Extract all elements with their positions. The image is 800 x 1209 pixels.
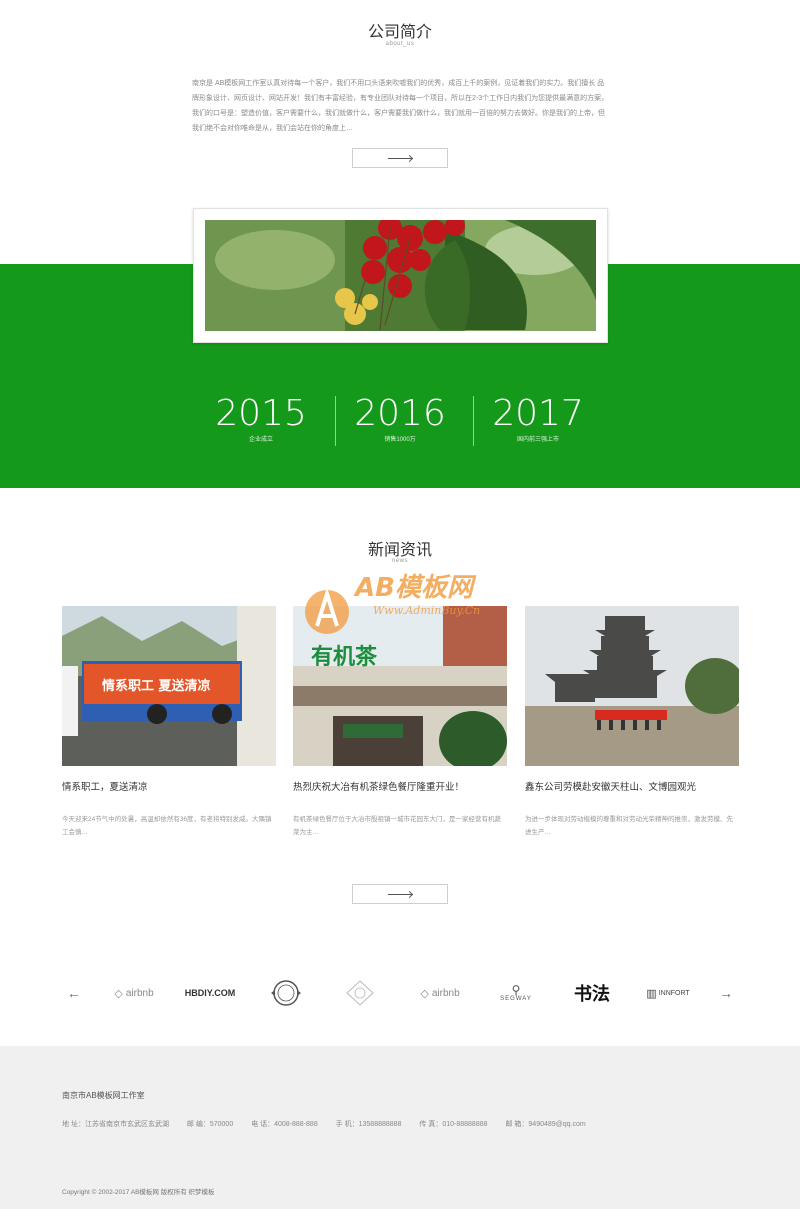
stat-label: 销售1000万 [384, 437, 416, 443]
partner-logo-seal[interactable] [262, 976, 310, 1010]
about-text: 南京是 AB模板网工作室认真对待每一个客户，我们不用口头语来吹嘘我们的优秀，成百… [192, 80, 609, 132]
crest-icon [346, 980, 374, 1006]
stat-year: 2015 [215, 393, 307, 434]
watermark-text: AB模板网 [353, 573, 477, 603]
partner-carousel: ← ◇ airbnb HBDIY.COM ◇ airbnb ⚲ SEGWAY 书… [60, 972, 740, 1014]
news-item-title[interactable]: 鑫东公司劳模赴安徽天柱山、文博园观光 [525, 779, 739, 791]
cherry-illustration [205, 220, 596, 331]
carousel-prev-button[interactable]: ← [60, 976, 88, 1010]
news-subtitle: news [391, 558, 408, 564]
news-image[interactable]: 有机茶 [293, 606, 507, 766]
restaurant-sign: 有机茶 [311, 644, 378, 670]
news-card[interactable]: 情系职工 夏送清凉 情系职工，夏送清凉 今天迎来24节气中的处暑，高温却依然有3… [62, 606, 276, 839]
news-item-desc: 为进一步体现对劳动楷模的尊重和对劳动光荣精神的推崇，激发劳模、先进生产… [525, 816, 733, 836]
pagoda-photo [525, 606, 739, 766]
seal-icon [271, 980, 301, 1006]
carousel-next-button[interactable]: → [712, 976, 740, 1010]
partner-logo-airbnb[interactable]: ◇ airbnb [410, 976, 470, 1010]
truck-banner: 情系职工 夏送清凉 [102, 678, 211, 694]
partner-logo-crest[interactable] [340, 976, 380, 1010]
news-item-title[interactable]: 情系职工，夏送清凉 [62, 779, 276, 791]
footer-copyright: Copyright © 2002-2017 AB模板网 版权所有 织梦模板 [62, 1189, 215, 1196]
news-card[interactable]: 有机茶 热烈庆祝大冶有机茶绿色餐厅隆重开业！ 有机茶绿色餐厅位于大冶市殷祖镇一城… [293, 606, 507, 839]
truck-photo: 情系职工 夏送清凉 [62, 606, 276, 766]
arrow-left-icon: ← [67, 985, 81, 1001]
news-item-desc: 有机茶绿色餐厅位于大冶市殷祖镇一城市花园东大门，是一家经营有机蔬菜为主… [293, 816, 501, 836]
footer-fax: 传 真：010-88888888 [419, 1121, 488, 1128]
about-photo-frame [193, 208, 608, 343]
footer: 南京市AB模板网工作室 地 址：江苏省南京市玄武区玄武湖 邮 编：570000 … [0, 1046, 800, 1209]
about-more-button[interactable] [352, 148, 448, 168]
partner-logo-calligraphy[interactable]: 书法 [570, 976, 614, 1010]
stat-year: 2016 [354, 393, 446, 434]
stat-year: 2017 [492, 393, 584, 434]
about-title: 公司简介 [367, 24, 432, 41]
airbnb-icon: ◇ [420, 987, 429, 1000]
cherry-photo [205, 220, 596, 331]
stat-2016: 2016 销售1000万 [331, 392, 469, 443]
stat-2017: 2017 国内前三强上市 [469, 392, 607, 443]
stat-label: 国内前三强上市 [516, 437, 559, 443]
arrow-right-icon [388, 157, 412, 159]
footer-zip: 邮 编：570000 [186, 1121, 234, 1128]
partner-logo-airbnb[interactable]: ◇ airbnb [104, 976, 164, 1010]
segway-icon: ⚲ [511, 983, 521, 997]
news-image[interactable] [525, 606, 739, 766]
footer-address: 地 址：江苏省南京市玄武区玄武湖 [62, 1121, 169, 1128]
about-subtitle: about_us [385, 41, 415, 47]
partner-logo-segway[interactable]: ⚲ SEGWAY [488, 976, 544, 1010]
news-item-title[interactable]: 热烈庆祝大冶有机茶绿色餐厅隆重开业！ [293, 779, 507, 791]
news-image[interactable]: 情系职工 夏送清凉 [62, 606, 276, 766]
news-item-desc: 今天迎来24节气中的处暑，高温却依然有36度，有老将特别发威。大隅镇工会慎… [62, 816, 272, 836]
stat-2015: 2015 企业成立 [192, 392, 330, 443]
news-more-button[interactable] [352, 884, 448, 904]
stat-label: 企业成立 [248, 437, 273, 443]
footer-company: 南京市AB模板网工作室 [62, 1091, 145, 1100]
footer-email: 邮 箱：9490489@qq.com [505, 1121, 586, 1128]
arrow-right-icon [388, 893, 412, 895]
news-title: 新闻资讯 [367, 542, 432, 559]
airbnb-icon: ◇ [114, 987, 123, 1000]
arrow-right-icon: → [719, 985, 733, 1001]
innfort-icon: ▥ [646, 987, 657, 1000]
partner-logo-innfort[interactable]: ▥ INNFORT [640, 976, 696, 1010]
footer-contact: 地 址：江苏省南京市玄武区玄武湖 邮 编：570000 电 话：4008-888… [62, 1119, 602, 1129]
partner-logo-hbdiy[interactable]: HBDIY.COM [178, 976, 242, 1010]
footer-phone: 电 话：4008-888-888 [251, 1121, 318, 1128]
restaurant-photo: 有机茶 [293, 606, 507, 766]
footer-mobile: 手 机：13588888888 [335, 1121, 402, 1128]
news-card[interactable]: 鑫东公司劳模赴安徽天柱山、文博园观光 为进一步体现对劳动楷模的尊重和对劳动光荣精… [525, 606, 739, 839]
